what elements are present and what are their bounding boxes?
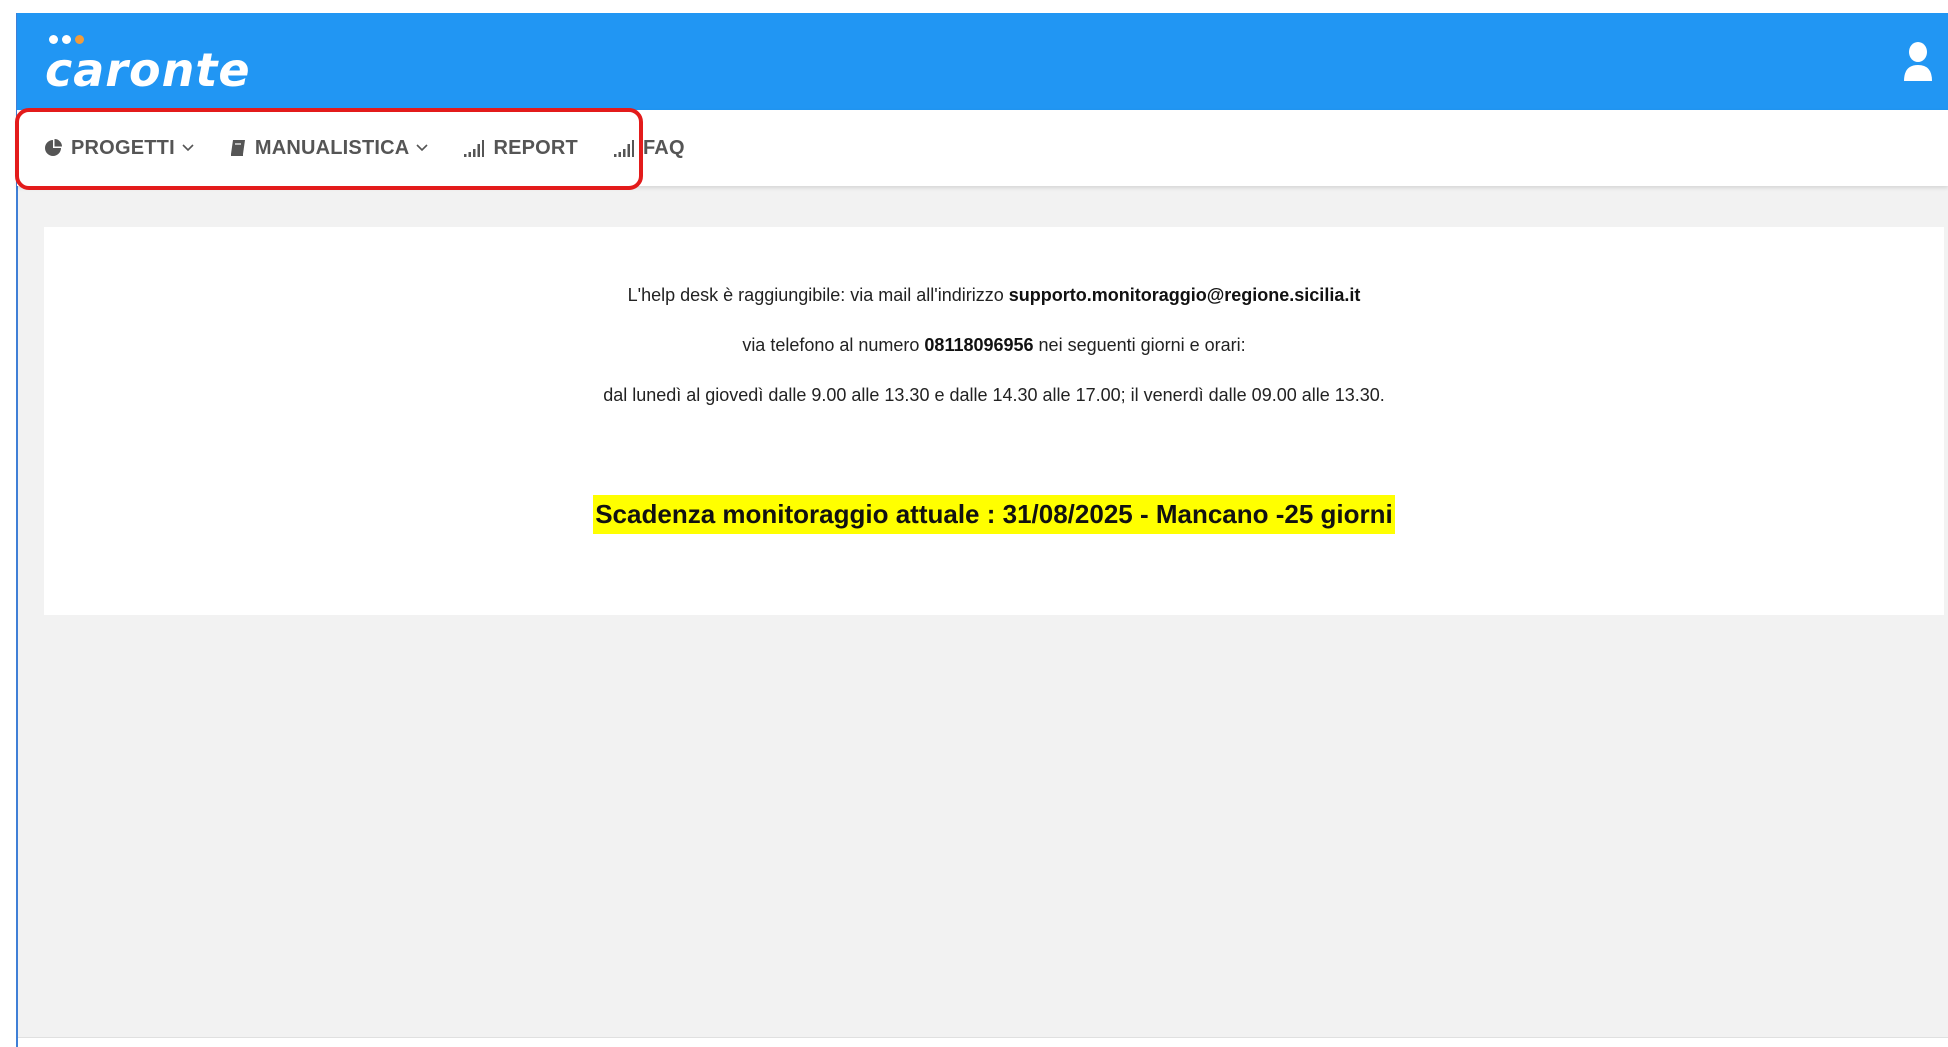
deadline-container: Scadenza monitoraggio attuale : 31/08/20… bbox=[44, 495, 1944, 534]
top-header-bar: caronte bbox=[17, 13, 1948, 110]
nav-label-progetti: PROGETTI bbox=[71, 136, 175, 159]
help-desk-email-line: L'help desk è raggiungibile: via mail al… bbox=[44, 285, 1944, 306]
nav-label-report: REPORT bbox=[493, 136, 578, 159]
user-icon[interactable] bbox=[1902, 41, 1934, 83]
help-desk-email-prefix: L'help desk è raggiungibile: via mail al… bbox=[627, 285, 1009, 305]
book-icon bbox=[230, 139, 246, 157]
help-desk-card: L'help desk è raggiungibile: via mail al… bbox=[44, 227, 1944, 615]
nav-item-progetti[interactable]: PROGETTI bbox=[44, 137, 194, 160]
chevron-down-icon bbox=[416, 144, 429, 152]
signal-bars-icon bbox=[613, 139, 634, 157]
footer-divider bbox=[18, 1037, 1948, 1038]
help-desk-phone-line: via telefono al numero 08118096956 nei s… bbox=[44, 335, 1944, 356]
pie-chart-icon bbox=[44, 139, 62, 157]
nav-label-manualistica: MANUALISTICA bbox=[254, 136, 410, 159]
nav-item-faq[interactable]: FAQ bbox=[613, 136, 685, 160]
signal-bars-icon bbox=[464, 139, 485, 157]
help-desk-phone: 08118096956 bbox=[924, 335, 1034, 355]
main-navbar: PROGETTI MANUALISTICA REPORT FAQ bbox=[15, 108, 1948, 190]
caronte-logo[interactable]: caronte bbox=[45, 31, 250, 101]
deadline-notice: Scadenza monitoraggio attuale : 31/08/20… bbox=[593, 495, 1395, 534]
nav-item-manualistica[interactable]: MANUALISTICA bbox=[230, 137, 429, 160]
help-desk-phone-prefix: via telefono al numero bbox=[742, 335, 925, 355]
chevron-down-icon bbox=[182, 144, 194, 152]
logo-text: caronte bbox=[45, 43, 251, 97]
nav-label-faq: FAQ bbox=[642, 136, 685, 159]
help-desk-email: supporto.monitoraggio@regione.sicilia.it bbox=[1008, 285, 1361, 305]
help-desk-hours: dal lunedì al giovedì dalle 9.00 alle 13… bbox=[603, 385, 1385, 405]
nav-item-report[interactable]: REPORT bbox=[464, 137, 578, 160]
help-desk-phone-suffix: nei seguenti giorni e orari: bbox=[1033, 335, 1246, 355]
